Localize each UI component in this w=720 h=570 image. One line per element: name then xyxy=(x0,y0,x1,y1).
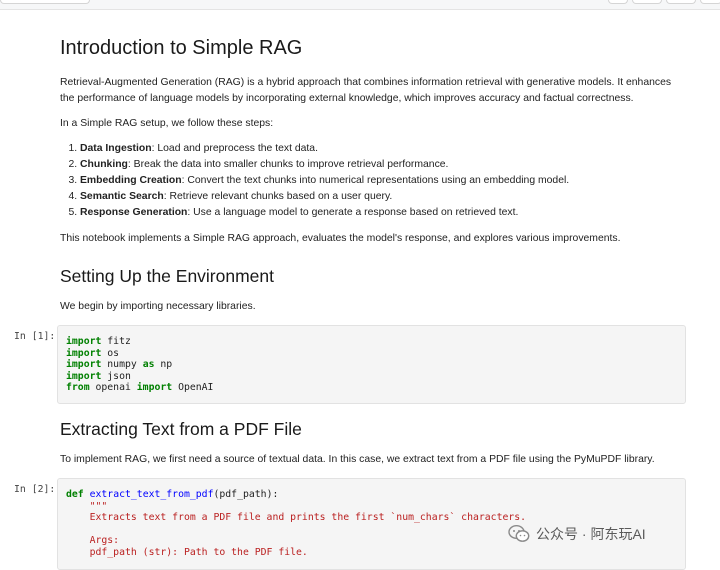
code-token: json xyxy=(101,370,131,382)
list-item: Embedding Creation: Convert the text chu… xyxy=(80,173,569,189)
intro-paragraph: Retrieval-Augmented Generation (RAG) is … xyxy=(60,75,672,107)
code-token: import xyxy=(66,336,102,347)
steps-intro: In a Simple RAG setup, we follow these s… xyxy=(60,118,274,129)
code-token: OpenAI xyxy=(172,382,214,393)
code-token: os xyxy=(101,347,120,359)
code-token: import xyxy=(136,382,173,393)
watermark-text: 公众号 · 阿东玩AI xyxy=(536,526,646,542)
code-token: Args: xyxy=(66,535,120,546)
top-toolbar-button[interactable] xyxy=(700,0,720,4)
list-item: Chunking: Break the data into smaller ch… xyxy=(80,157,569,173)
code-token: import xyxy=(66,370,102,382)
section-pdf-text: To implement RAG, we first need a source… xyxy=(60,454,655,465)
code-token: from xyxy=(66,382,90,393)
code-block[interactable]: import fitz import os import numpy as np… xyxy=(66,336,213,394)
list-item: Response Generation: Use a language mode… xyxy=(80,205,569,221)
code-line: Args: xyxy=(66,535,120,546)
code-line: import numpy as np xyxy=(66,359,172,370)
cell-prompt: In [1]: xyxy=(14,331,56,342)
code-token: import xyxy=(66,347,102,359)
top-tab[interactable] xyxy=(0,0,90,4)
wechat-icon xyxy=(508,524,530,542)
code-token: (pdf_path): xyxy=(213,489,279,500)
code-line: import json xyxy=(66,371,131,382)
code-token: """ xyxy=(66,500,108,512)
top-toolbar-button[interactable] xyxy=(666,0,696,4)
intro-paragraph-line: Retrieval-Augmented Generation (RAG) is … xyxy=(60,77,672,88)
top-toolbar-button[interactable] xyxy=(632,0,662,4)
code-block[interactable]: def extract_text_from_pdf(pdf_path): """… xyxy=(66,489,526,558)
code-line: pdf_path (str): Path to the PDF file. xyxy=(66,547,308,558)
code-token: fitz xyxy=(101,336,131,347)
section-environment-text: We begin by importing necessary librarie… xyxy=(60,301,256,312)
steps-list: Data Ingestion: Load and preprocess the … xyxy=(60,141,569,221)
list-item: Data Ingestion: Load and preprocess the … xyxy=(80,141,569,157)
code-cell-imports[interactable]: import fitz import os import numpy as np… xyxy=(57,325,686,404)
summary-paragraph: This notebook implements a Simple RAG ap… xyxy=(60,233,621,244)
top-toolbar-button[interactable] xyxy=(608,0,628,4)
code-token: Extracts text from a PDF file and prints… xyxy=(66,512,527,523)
page-title: Introduction to Simple RAG xyxy=(60,37,303,59)
code-line: def extract_text_from_pdf(pdf_path): xyxy=(66,489,278,500)
browser-top-bar xyxy=(0,0,720,10)
code-token: as xyxy=(142,359,155,370)
code-line: import fitz xyxy=(66,336,131,347)
section-heading-pdf: Extracting Text from a PDF File xyxy=(60,419,302,439)
code-line: import os xyxy=(66,348,119,359)
code-line: Extracts text from a PDF file and prints… xyxy=(66,512,526,523)
code-token: numpy xyxy=(101,359,143,370)
cell-prompt: In [2]: xyxy=(14,484,56,495)
section-heading-environment: Setting Up the Environment xyxy=(60,266,275,286)
code-token: def xyxy=(66,489,84,500)
code-token: extract_text_from_pdf xyxy=(89,489,214,500)
code-line: from openai import OpenAI xyxy=(66,382,213,393)
list-item: Semantic Search: Retrieve relevant chunk… xyxy=(80,189,569,205)
code-line: """ xyxy=(66,500,108,512)
code-token: pdf_path (str): Path to the PDF file. xyxy=(66,546,308,558)
intro-paragraph-line: the performance of language models by in… xyxy=(60,93,634,104)
watermark: 公众号 · 阿东玩AI xyxy=(508,522,646,546)
code-token: openai xyxy=(89,382,137,393)
code-token: np xyxy=(154,359,173,370)
code-token: import xyxy=(66,359,102,370)
